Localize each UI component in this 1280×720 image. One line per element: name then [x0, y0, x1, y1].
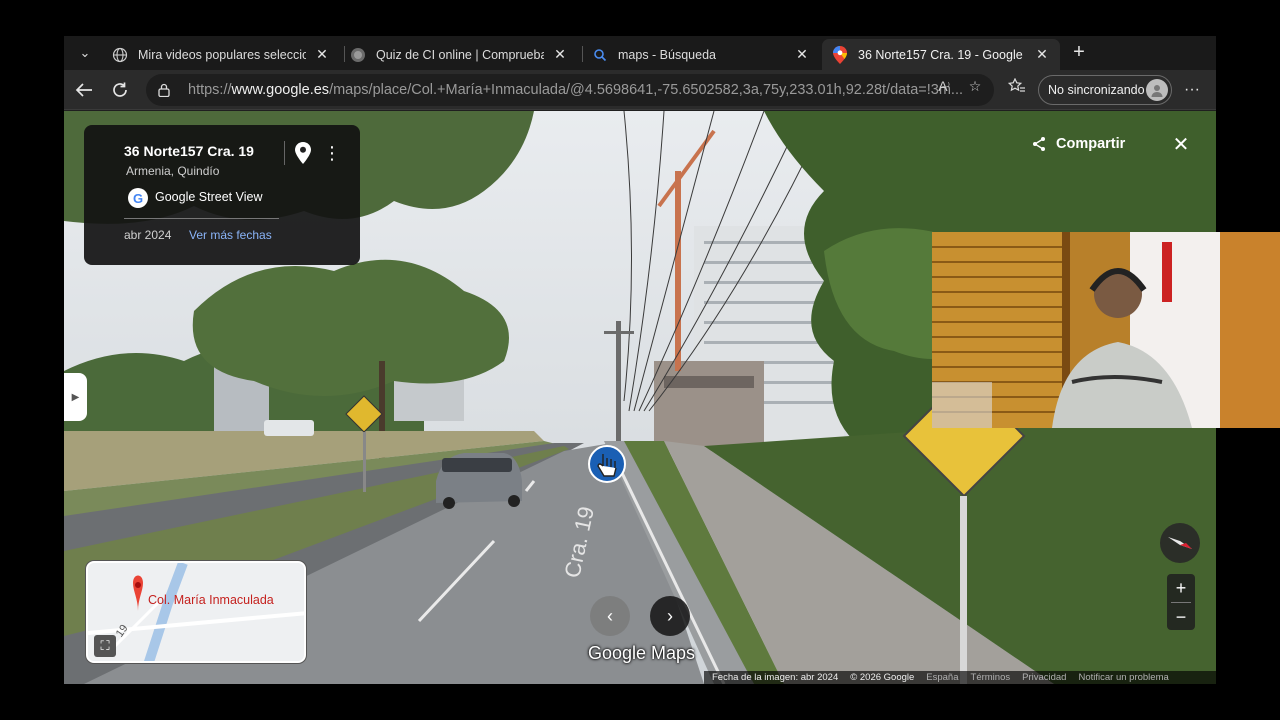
- tab-google-maps[interactable]: 36 Norte157 Cra. 19 - Google M ✕: [822, 39, 1060, 70]
- google-logo-icon: G: [128, 188, 148, 208]
- favorite-star-icon[interactable]: ☆: [965, 76, 985, 96]
- source-label: Google Street View: [155, 190, 263, 204]
- tab-search[interactable]: maps - Búsqueda ✕: [582, 39, 820, 70]
- tab-title: 36 Norte157 Cra. 19 - Google M: [858, 47, 1026, 62]
- street-address: 36 Norte157 Cra. 19: [124, 143, 254, 159]
- minimap-roads: [88, 563, 304, 661]
- webcam-overlay: [932, 232, 1280, 428]
- search-icon: [592, 47, 608, 63]
- share-icon: [1030, 136, 1048, 152]
- close-icon[interactable]: ✕: [1170, 133, 1192, 156]
- new-tab-plus-icon[interactable]: +: [1068, 41, 1090, 63]
- quiz-icon: [350, 47, 366, 63]
- country-link[interactable]: España: [926, 672, 958, 683]
- close-tab-icon[interactable]: ✕: [794, 46, 810, 63]
- copyright: © 2026 Google: [850, 672, 915, 683]
- lock-icon[interactable]: [156, 82, 172, 98]
- favorites-list-icon[interactable]: [1007, 76, 1027, 96]
- card-divider: [284, 141, 285, 165]
- location-pin-icon[interactable]: [295, 142, 311, 164]
- city-label: Armenia, Quindío: [126, 164, 220, 178]
- expand-side-panel-icon[interactable]: ▶: [64, 373, 87, 421]
- share-button[interactable]: Compartir: [1030, 129, 1138, 159]
- more-vertical-icon[interactable]: ⋮: [323, 142, 341, 164]
- tab-actions-chevron-icon[interactable]: ⌄: [72, 41, 98, 65]
- share-label: Compartir: [1056, 136, 1126, 152]
- hand-cursor-icon: [588, 444, 626, 484]
- tab-title: maps - Búsqueda: [618, 47, 716, 62]
- zoom-out-icon[interactable]: −: [1167, 603, 1195, 631]
- url-prefix: https://: [188, 82, 232, 98]
- avatar-icon: [1146, 79, 1168, 101]
- url-text: https://www.google.es/maps/place/Col.+Ma…: [188, 82, 994, 98]
- url-host: www.google.es: [231, 82, 330, 98]
- see-more-dates-link[interactable]: Ver más fechas: [189, 228, 272, 242]
- tab-videos[interactable]: Mira videos populares seleccion ✕: [102, 39, 340, 70]
- reload-icon[interactable]: [107, 77, 133, 103]
- back-arrow-icon[interactable]: [71, 77, 97, 103]
- profile-button[interactable]: No sincronizando: [1038, 75, 1172, 105]
- more-options-icon[interactable]: ···: [1179, 77, 1205, 103]
- location-info-card: 36 Norte157 Cra. 19 Armenia, Quindío ⋮ G…: [84, 125, 360, 265]
- read-aloud-icon[interactable]: A ⁾: [934, 76, 954, 96]
- google-maps-logo: Google Maps: [588, 643, 696, 663]
- tab-title: Mira videos populares seleccion: [138, 47, 306, 62]
- browser-toolbar: https://www.google.es/maps/place/Col.+Ma…: [64, 70, 1216, 110]
- close-tab-icon[interactable]: ✕: [1034, 46, 1050, 63]
- google-maps-icon: [832, 45, 848, 64]
- close-tab-icon[interactable]: ✕: [552, 46, 568, 63]
- address-bar[interactable]: https://www.google.es/maps/place/Col.+Ma…: [146, 74, 994, 106]
- compass-icon[interactable]: [1160, 523, 1200, 563]
- tab-title: Quiz de CI online | Comprueba t: [376, 47, 544, 62]
- terms-link[interactable]: Términos: [971, 672, 1011, 683]
- zoom-controls: + −: [1167, 574, 1195, 630]
- globe-icon: [112, 47, 128, 63]
- close-tab-icon[interactable]: ✕: [314, 46, 330, 63]
- webcam-feed-image: [932, 232, 1280, 428]
- minimap[interactable]: Col. María Inmaculada 19 ⛶: [86, 561, 306, 663]
- report-problem-link[interactable]: Notificar un problema: [1078, 672, 1168, 683]
- map-footer: Fecha de la imagen: abr 2024 © 2026 Goog…: [704, 671, 1216, 684]
- profile-label: No sincronizando: [1048, 83, 1145, 97]
- tab-quiz[interactable]: Quiz de CI online | Comprueba t ✕: [340, 39, 578, 70]
- expand-map-icon[interactable]: ⛶: [94, 635, 116, 657]
- url-path: /maps/place/Col.+María+Inmaculada/@4.569…: [329, 82, 964, 98]
- previous-arrow-icon[interactable]: ‹: [590, 596, 630, 636]
- privacy-link[interactable]: Privacidad: [1022, 672, 1066, 683]
- tab-strip: ⌄ Mira videos populares seleccion ✕ Quiz…: [64, 36, 1216, 70]
- next-arrow-icon[interactable]: ›: [650, 596, 690, 636]
- image-date: Fecha de la imagen: abr 2024: [712, 672, 839, 683]
- zoom-in-icon[interactable]: +: [1167, 574, 1195, 602]
- minimap-place-label: Col. María Inmaculada: [148, 593, 274, 607]
- capture-date: abr 2024: [124, 228, 172, 242]
- card-separator: [124, 218, 279, 219]
